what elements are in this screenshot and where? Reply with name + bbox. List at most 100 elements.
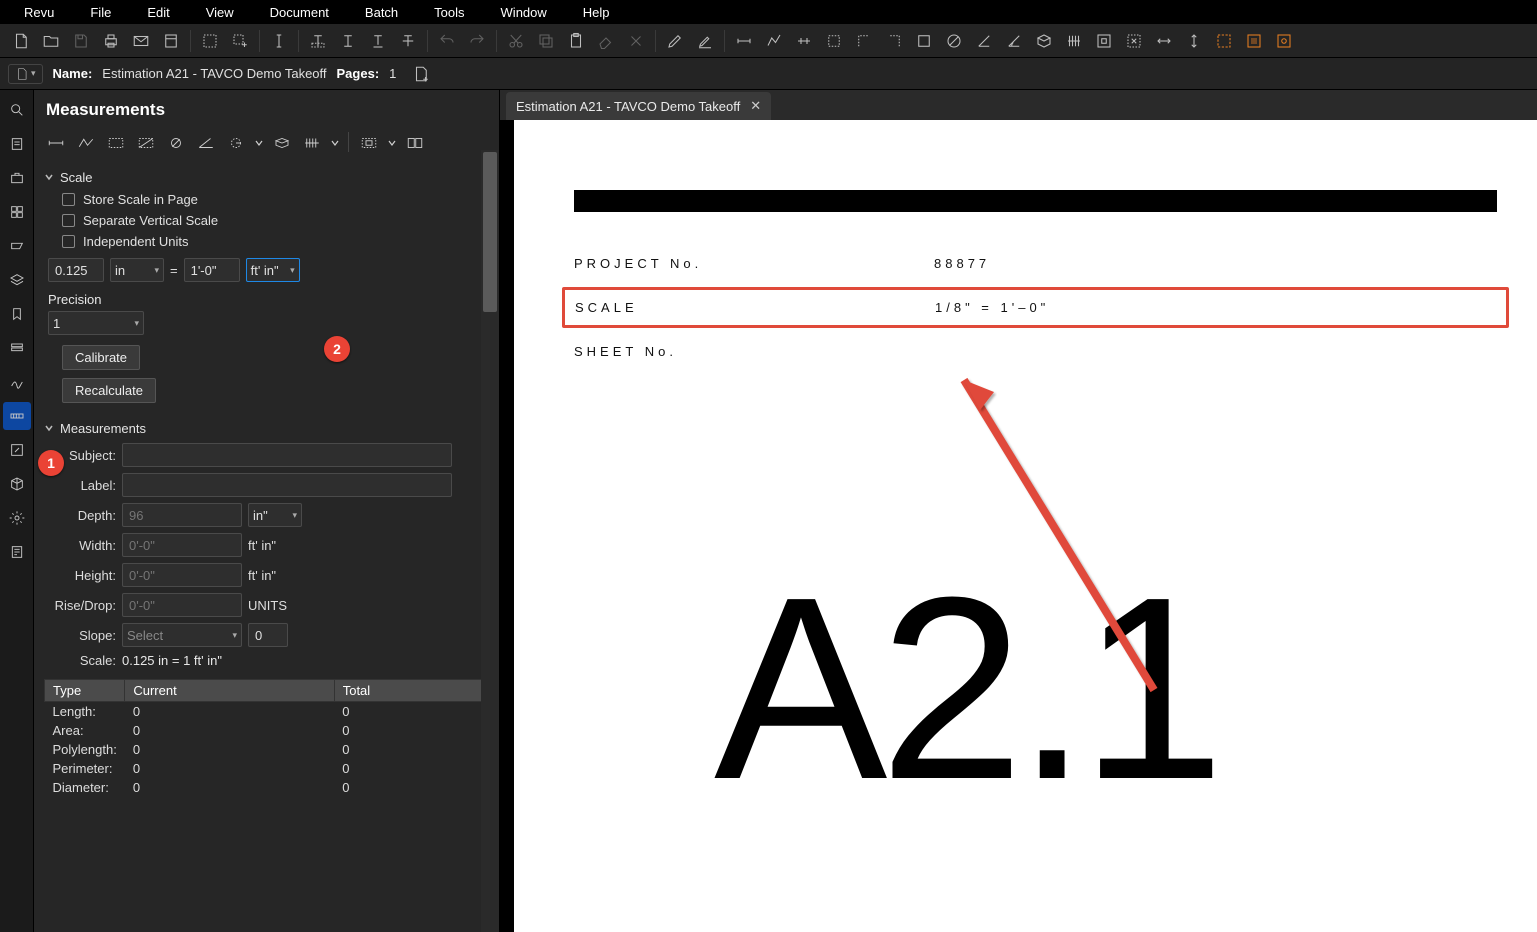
settings-icon[interactable] xyxy=(3,504,31,532)
menu-file[interactable]: File xyxy=(72,3,129,22)
links-icon[interactable] xyxy=(3,436,31,464)
email-icon[interactable] xyxy=(126,26,156,56)
dropdown-icon[interactable] xyxy=(252,130,266,156)
3d-icon[interactable] xyxy=(3,470,31,498)
dynamic-fill-icon[interactable] xyxy=(1239,26,1269,56)
menu-tools[interactable]: Tools xyxy=(416,3,482,22)
scale-left-unit[interactable]: in▾ xyxy=(110,258,164,282)
text-cursor-icon[interactable] xyxy=(264,26,294,56)
copy-icon[interactable] xyxy=(531,26,561,56)
menu-revu[interactable]: Revu xyxy=(6,3,72,22)
perimeter-tool-icon[interactable] xyxy=(102,130,130,156)
subject-input[interactable] xyxy=(122,443,452,467)
rise-input[interactable] xyxy=(122,593,242,617)
dropdown-icon[interactable] xyxy=(385,130,399,156)
scale-left-value[interactable] xyxy=(48,258,104,282)
checkbox-icon[interactable] xyxy=(62,235,75,248)
measure-angle2-icon[interactable] xyxy=(999,26,1029,56)
undo-icon[interactable] xyxy=(432,26,462,56)
page-canvas[interactable]: PROJECT No. 88877 SCALE 1/8" = 1'–0" SHE… xyxy=(500,120,1537,932)
template-icon[interactable] xyxy=(156,26,186,56)
diameter-tool-icon[interactable] xyxy=(162,130,190,156)
measure-dims-icon[interactable] xyxy=(789,26,819,56)
dim-vert-icon[interactable] xyxy=(1179,26,1209,56)
measure-perim-icon[interactable] xyxy=(909,26,939,56)
new-file-icon[interactable] xyxy=(6,26,36,56)
layers-icon[interactable] xyxy=(3,266,31,294)
toolchest-icon[interactable] xyxy=(3,164,31,192)
forms-icon[interactable] xyxy=(3,538,31,566)
add-page-icon[interactable] xyxy=(406,59,436,89)
volume-tool-icon[interactable] xyxy=(268,130,296,156)
dim-horiz-icon[interactable] xyxy=(1149,26,1179,56)
text-select-icon[interactable] xyxy=(303,26,333,56)
open-file-icon[interactable] xyxy=(36,26,66,56)
checkbox-icon[interactable] xyxy=(62,214,75,227)
count-tool-icon[interactable] xyxy=(298,130,326,156)
length-tool-icon[interactable] xyxy=(42,130,70,156)
measure-diam-icon[interactable] xyxy=(939,26,969,56)
separate-scale-check[interactable]: Separate Vertical Scale xyxy=(44,210,489,231)
count-icon[interactable] xyxy=(1059,26,1089,56)
width-input[interactable] xyxy=(122,533,242,557)
measure-area-icon[interactable] xyxy=(819,26,849,56)
angle-tool-icon[interactable] xyxy=(192,130,220,156)
text-strike-icon[interactable] xyxy=(393,26,423,56)
split-tool-icon[interactable] xyxy=(401,130,429,156)
depth-unit[interactable]: in"▾ xyxy=(248,503,302,527)
calibrate-tool-icon[interactable] xyxy=(1209,26,1239,56)
measure-poly-l-icon[interactable] xyxy=(849,26,879,56)
scale-right-value[interactable] xyxy=(184,258,240,282)
recalculate-button[interactable]: Recalculate xyxy=(62,378,156,403)
erase-icon[interactable] xyxy=(591,26,621,56)
bookmarks-icon[interactable] xyxy=(3,300,31,328)
highlighter-icon[interactable] xyxy=(690,26,720,56)
file-access-icon[interactable] xyxy=(3,130,31,158)
menu-batch[interactable]: Batch xyxy=(347,3,416,22)
scale-heading[interactable]: Scale xyxy=(44,166,489,189)
polylength-tool-icon[interactable] xyxy=(72,130,100,156)
save-icon[interactable] xyxy=(66,26,96,56)
scroll-thumb[interactable] xyxy=(483,152,497,312)
calibrate-button[interactable]: Calibrate xyxy=(62,345,140,370)
thumbnails-icon[interactable] xyxy=(3,198,31,226)
slope-value[interactable] xyxy=(248,623,288,647)
search-icon[interactable] xyxy=(3,96,31,124)
markups-icon[interactable] xyxy=(3,232,31,260)
cutout-tool-icon[interactable] xyxy=(355,130,383,156)
slope-select[interactable]: Select▾ xyxy=(122,623,242,647)
paste-icon[interactable] xyxy=(561,26,591,56)
measurements-heading[interactable]: Measurements xyxy=(44,417,489,440)
label-input[interactable] xyxy=(122,473,452,497)
sets-icon[interactable] xyxy=(3,334,31,362)
panel-scrollbar[interactable] xyxy=(481,150,499,932)
cut-icon[interactable] xyxy=(501,26,531,56)
precision-select[interactable]: 1▾ xyxy=(48,311,144,335)
select-rect-icon[interactable] xyxy=(195,26,225,56)
measure-angle1-icon[interactable] xyxy=(969,26,999,56)
viewport-icon[interactable] xyxy=(1269,26,1299,56)
poly-cutout-icon[interactable] xyxy=(1119,26,1149,56)
area-tool-icon[interactable] xyxy=(132,130,160,156)
doc-select[interactable]: ▾ xyxy=(8,64,43,84)
depth-input[interactable] xyxy=(122,503,242,527)
menu-view[interactable]: View xyxy=(188,3,252,22)
independent-units-check[interactable]: Independent Units xyxy=(44,231,489,252)
measurements-tab-icon[interactable] xyxy=(3,402,31,430)
measure-multi-icon[interactable] xyxy=(759,26,789,56)
print-icon[interactable] xyxy=(96,26,126,56)
scale-right-unit[interactable]: ft' in"▾ xyxy=(246,258,300,282)
doc-tab[interactable]: Estimation A21 - TAVCO Demo Takeoff ✕ xyxy=(506,92,771,120)
text-caps-icon[interactable] xyxy=(333,26,363,56)
delete-icon[interactable] xyxy=(621,26,651,56)
pen-icon[interactable] xyxy=(660,26,690,56)
menu-help[interactable]: Help xyxy=(565,3,628,22)
radius-tool-icon[interactable] xyxy=(222,130,250,156)
signatures-icon[interactable] xyxy=(3,368,31,396)
checkbox-icon[interactable] xyxy=(62,193,75,206)
measure-volume-icon[interactable] xyxy=(1029,26,1059,56)
text-underline-icon[interactable] xyxy=(363,26,393,56)
menu-edit[interactable]: Edit xyxy=(129,3,187,22)
dropdown-icon[interactable] xyxy=(328,130,342,156)
close-icon[interactable]: ✕ xyxy=(750,98,761,114)
